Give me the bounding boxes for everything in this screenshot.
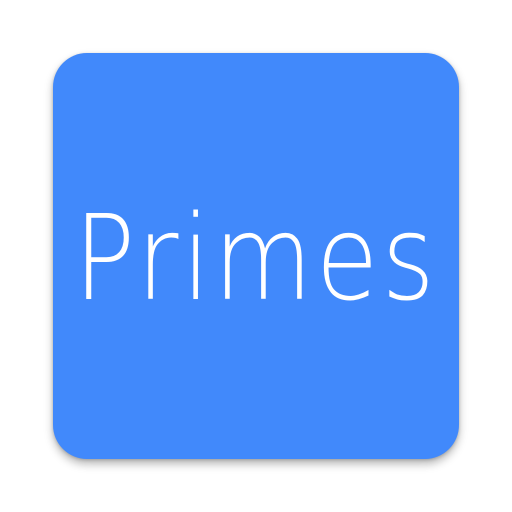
app-icon-label: Primes [73, 189, 439, 327]
primes-app-icon[interactable]: Primes [53, 53, 459, 459]
launcher-canvas: Primes [0, 0, 512, 512]
